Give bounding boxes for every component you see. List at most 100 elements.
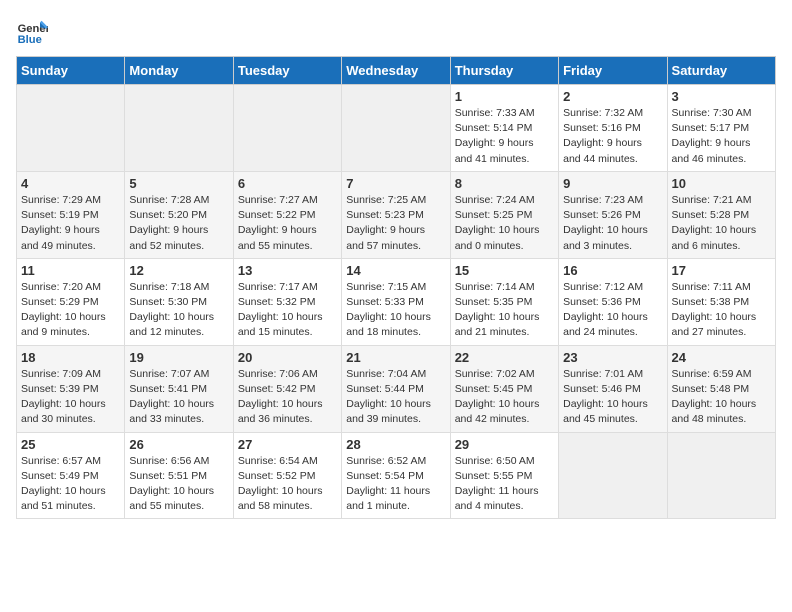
day-info: Sunrise: 7:12 AMSunset: 5:36 PMDaylight:… bbox=[563, 280, 662, 341]
calendar-cell: 23 Sunrise: 7:01 AMSunset: 5:46 PMDayligh… bbox=[559, 345, 667, 432]
calendar-cell: 11Sunrise: 7:20 AMSunset: 5:29 PMDayligh… bbox=[17, 258, 125, 345]
weekday-header-monday: Monday bbox=[125, 57, 233, 85]
calendar-cell: 3 Sunrise: 7:30 AMSunset: 5:17 PMDaylight… bbox=[667, 85, 775, 172]
day-info: Sunrise: 7:20 AMSunset: 5:29 PMDaylight:… bbox=[21, 280, 120, 341]
day-number: 20 bbox=[238, 350, 337, 365]
day-info: Sunrise: 7:32 AMSunset: 5:16 PMDaylight:… bbox=[563, 106, 662, 167]
day-number: 21 bbox=[346, 350, 445, 365]
day-info: Sunrise: 7:18 AMSunset: 5:30 PMDaylight:… bbox=[129, 280, 228, 341]
day-number: 15 bbox=[455, 263, 554, 278]
calendar-header: SundayMondayTuesdayWednesdayThursdayFrid… bbox=[17, 57, 776, 85]
day-number: 10 bbox=[672, 176, 771, 191]
calendar-cell: 25Sunrise: 6:57 AMSunset: 5:49 PMDayligh… bbox=[17, 432, 125, 519]
day-info: Sunrise: 7:09 AMSunset: 5:39 PMDaylight:… bbox=[21, 367, 120, 428]
calendar-cell: 14 Sunrise: 7:15 AMSunset: 5:33 PMDayligh… bbox=[342, 258, 450, 345]
calendar-cell: 1 Sunrise: 7:33 AMSunset: 5:14 PMDaylight… bbox=[450, 85, 558, 172]
calendar-cell: 12 Sunrise: 7:18 AMSunset: 5:30 PMDayligh… bbox=[125, 258, 233, 345]
day-info: Sunrise: 6:50 AMSunset: 5:55 PMDaylight:… bbox=[455, 454, 554, 515]
calendar-cell bbox=[125, 85, 233, 172]
day-number: 28 bbox=[346, 437, 445, 452]
day-info: Sunrise: 7:15 AMSunset: 5:33 PMDaylight:… bbox=[346, 280, 445, 341]
weekday-header-tuesday: Tuesday bbox=[233, 57, 341, 85]
calendar-week-2: 4Sunrise: 7:29 AMSunset: 5:19 PMDaylight… bbox=[17, 171, 776, 258]
day-info: Sunrise: 7:25 AMSunset: 5:23 PMDaylight:… bbox=[346, 193, 445, 254]
logo: General Blue bbox=[16, 16, 52, 48]
day-number: 2 bbox=[563, 89, 662, 104]
weekday-header-friday: Friday bbox=[559, 57, 667, 85]
day-number: 27 bbox=[238, 437, 337, 452]
weekday-header-thursday: Thursday bbox=[450, 57, 558, 85]
weekday-header-sunday: Sunday bbox=[17, 57, 125, 85]
calendar-week-1: 1 Sunrise: 7:33 AMSunset: 5:14 PMDaylight… bbox=[17, 85, 776, 172]
calendar-cell: 17 Sunrise: 7:11 AMSunset: 5:38 PMDayligh… bbox=[667, 258, 775, 345]
calendar-cell: 4Sunrise: 7:29 AMSunset: 5:19 PMDaylight… bbox=[17, 171, 125, 258]
day-info: Sunrise: 7:01 AMSunset: 5:46 PMDaylight:… bbox=[563, 367, 662, 428]
calendar-week-3: 11Sunrise: 7:20 AMSunset: 5:29 PMDayligh… bbox=[17, 258, 776, 345]
day-number: 8 bbox=[455, 176, 554, 191]
day-number: 13 bbox=[238, 263, 337, 278]
day-number: 14 bbox=[346, 263, 445, 278]
logo-icon: General Blue bbox=[16, 16, 48, 48]
day-number: 1 bbox=[455, 89, 554, 104]
day-info: Sunrise: 6:54 AMSunset: 5:52 PMDaylight:… bbox=[238, 454, 337, 515]
day-info: Sunrise: 7:21 AMSunset: 5:28 PMDaylight:… bbox=[672, 193, 771, 254]
calendar-cell: 27 Sunrise: 6:54 AMSunset: 5:52 PMDayligh… bbox=[233, 432, 341, 519]
day-info: Sunrise: 7:27 AMSunset: 5:22 PMDaylight:… bbox=[238, 193, 337, 254]
day-info: Sunrise: 7:04 AMSunset: 5:44 PMDaylight:… bbox=[346, 367, 445, 428]
calendar-cell: 22 Sunrise: 7:02 AMSunset: 5:45 PMDayligh… bbox=[450, 345, 558, 432]
day-info: Sunrise: 7:17 AMSunset: 5:32 PMDaylight:… bbox=[238, 280, 337, 341]
day-number: 17 bbox=[672, 263, 771, 278]
calendar-cell: 9 Sunrise: 7:23 AMSunset: 5:26 PMDaylight… bbox=[559, 171, 667, 258]
day-number: 26 bbox=[129, 437, 228, 452]
day-info: Sunrise: 7:02 AMSunset: 5:45 PMDaylight:… bbox=[455, 367, 554, 428]
day-info: Sunrise: 7:06 AMSunset: 5:42 PMDaylight:… bbox=[238, 367, 337, 428]
day-number: 24 bbox=[672, 350, 771, 365]
day-number: 19 bbox=[129, 350, 228, 365]
calendar-cell: 13 Sunrise: 7:17 AMSunset: 5:32 PMDayligh… bbox=[233, 258, 341, 345]
day-info: Sunrise: 6:52 AMSunset: 5:54 PMDaylight:… bbox=[346, 454, 445, 515]
weekday-row: SundayMondayTuesdayWednesdayThursdayFrid… bbox=[17, 57, 776, 85]
calendar-cell: 2 Sunrise: 7:32 AMSunset: 5:16 PMDaylight… bbox=[559, 85, 667, 172]
calendar-cell bbox=[559, 432, 667, 519]
day-info: Sunrise: 7:11 AMSunset: 5:38 PMDaylight:… bbox=[672, 280, 771, 341]
calendar-cell: 29 Sunrise: 6:50 AMSunset: 5:55 PMDayligh… bbox=[450, 432, 558, 519]
day-info: Sunrise: 7:24 AMSunset: 5:25 PMDaylight:… bbox=[455, 193, 554, 254]
calendar-cell bbox=[17, 85, 125, 172]
day-number: 7 bbox=[346, 176, 445, 191]
day-number: 3 bbox=[672, 89, 771, 104]
calendar-cell bbox=[342, 85, 450, 172]
day-info: Sunrise: 7:14 AMSunset: 5:35 PMDaylight:… bbox=[455, 280, 554, 341]
calendar-cell: 8 Sunrise: 7:24 AMSunset: 5:25 PMDaylight… bbox=[450, 171, 558, 258]
calendar-cell: 16 Sunrise: 7:12 AMSunset: 5:36 PMDayligh… bbox=[559, 258, 667, 345]
weekday-header-saturday: Saturday bbox=[667, 57, 775, 85]
day-number: 18 bbox=[21, 350, 120, 365]
day-info: Sunrise: 7:23 AMSunset: 5:26 PMDaylight:… bbox=[563, 193, 662, 254]
calendar-cell: 26 Sunrise: 6:56 AMSunset: 5:51 PMDayligh… bbox=[125, 432, 233, 519]
day-number: 22 bbox=[455, 350, 554, 365]
day-number: 5 bbox=[129, 176, 228, 191]
day-info: Sunrise: 6:56 AMSunset: 5:51 PMDaylight:… bbox=[129, 454, 228, 515]
weekday-header-wednesday: Wednesday bbox=[342, 57, 450, 85]
svg-text:Blue: Blue bbox=[18, 34, 42, 46]
day-info: Sunrise: 6:59 AMSunset: 5:48 PMDaylight:… bbox=[672, 367, 771, 428]
day-number: 16 bbox=[563, 263, 662, 278]
calendar-week-4: 18 Sunrise: 7:09 AMSunset: 5:39 PMDayligh… bbox=[17, 345, 776, 432]
calendar-cell: 18 Sunrise: 7:09 AMSunset: 5:39 PMDayligh… bbox=[17, 345, 125, 432]
calendar-cell: 15 Sunrise: 7:14 AMSunset: 5:35 PMDayligh… bbox=[450, 258, 558, 345]
calendar-cell: 6 Sunrise: 7:27 AMSunset: 5:22 PMDaylight… bbox=[233, 171, 341, 258]
day-number: 29 bbox=[455, 437, 554, 452]
day-number: 9 bbox=[563, 176, 662, 191]
calendar-cell: 10 Sunrise: 7:21 AMSunset: 5:28 PMDayligh… bbox=[667, 171, 775, 258]
day-info: Sunrise: 7:30 AMSunset: 5:17 PMDaylight:… bbox=[672, 106, 771, 167]
calendar-table: SundayMondayTuesdayWednesdayThursdayFrid… bbox=[16, 56, 776, 519]
day-info: Sunrise: 7:33 AMSunset: 5:14 PMDaylight:… bbox=[455, 106, 554, 167]
day-info: Sunrise: 7:07 AMSunset: 5:41 PMDaylight:… bbox=[129, 367, 228, 428]
day-number: 25 bbox=[21, 437, 120, 452]
calendar-cell: 20 Sunrise: 7:06 AMSunset: 5:42 PMDayligh… bbox=[233, 345, 341, 432]
day-number: 12 bbox=[129, 263, 228, 278]
day-number: 6 bbox=[238, 176, 337, 191]
page-header: General Blue bbox=[16, 16, 776, 48]
day-info: Sunrise: 7:29 AMSunset: 5:19 PMDaylight:… bbox=[21, 193, 120, 254]
calendar-cell: 7 Sunrise: 7:25 AMSunset: 5:23 PMDaylight… bbox=[342, 171, 450, 258]
day-number: 23 bbox=[563, 350, 662, 365]
